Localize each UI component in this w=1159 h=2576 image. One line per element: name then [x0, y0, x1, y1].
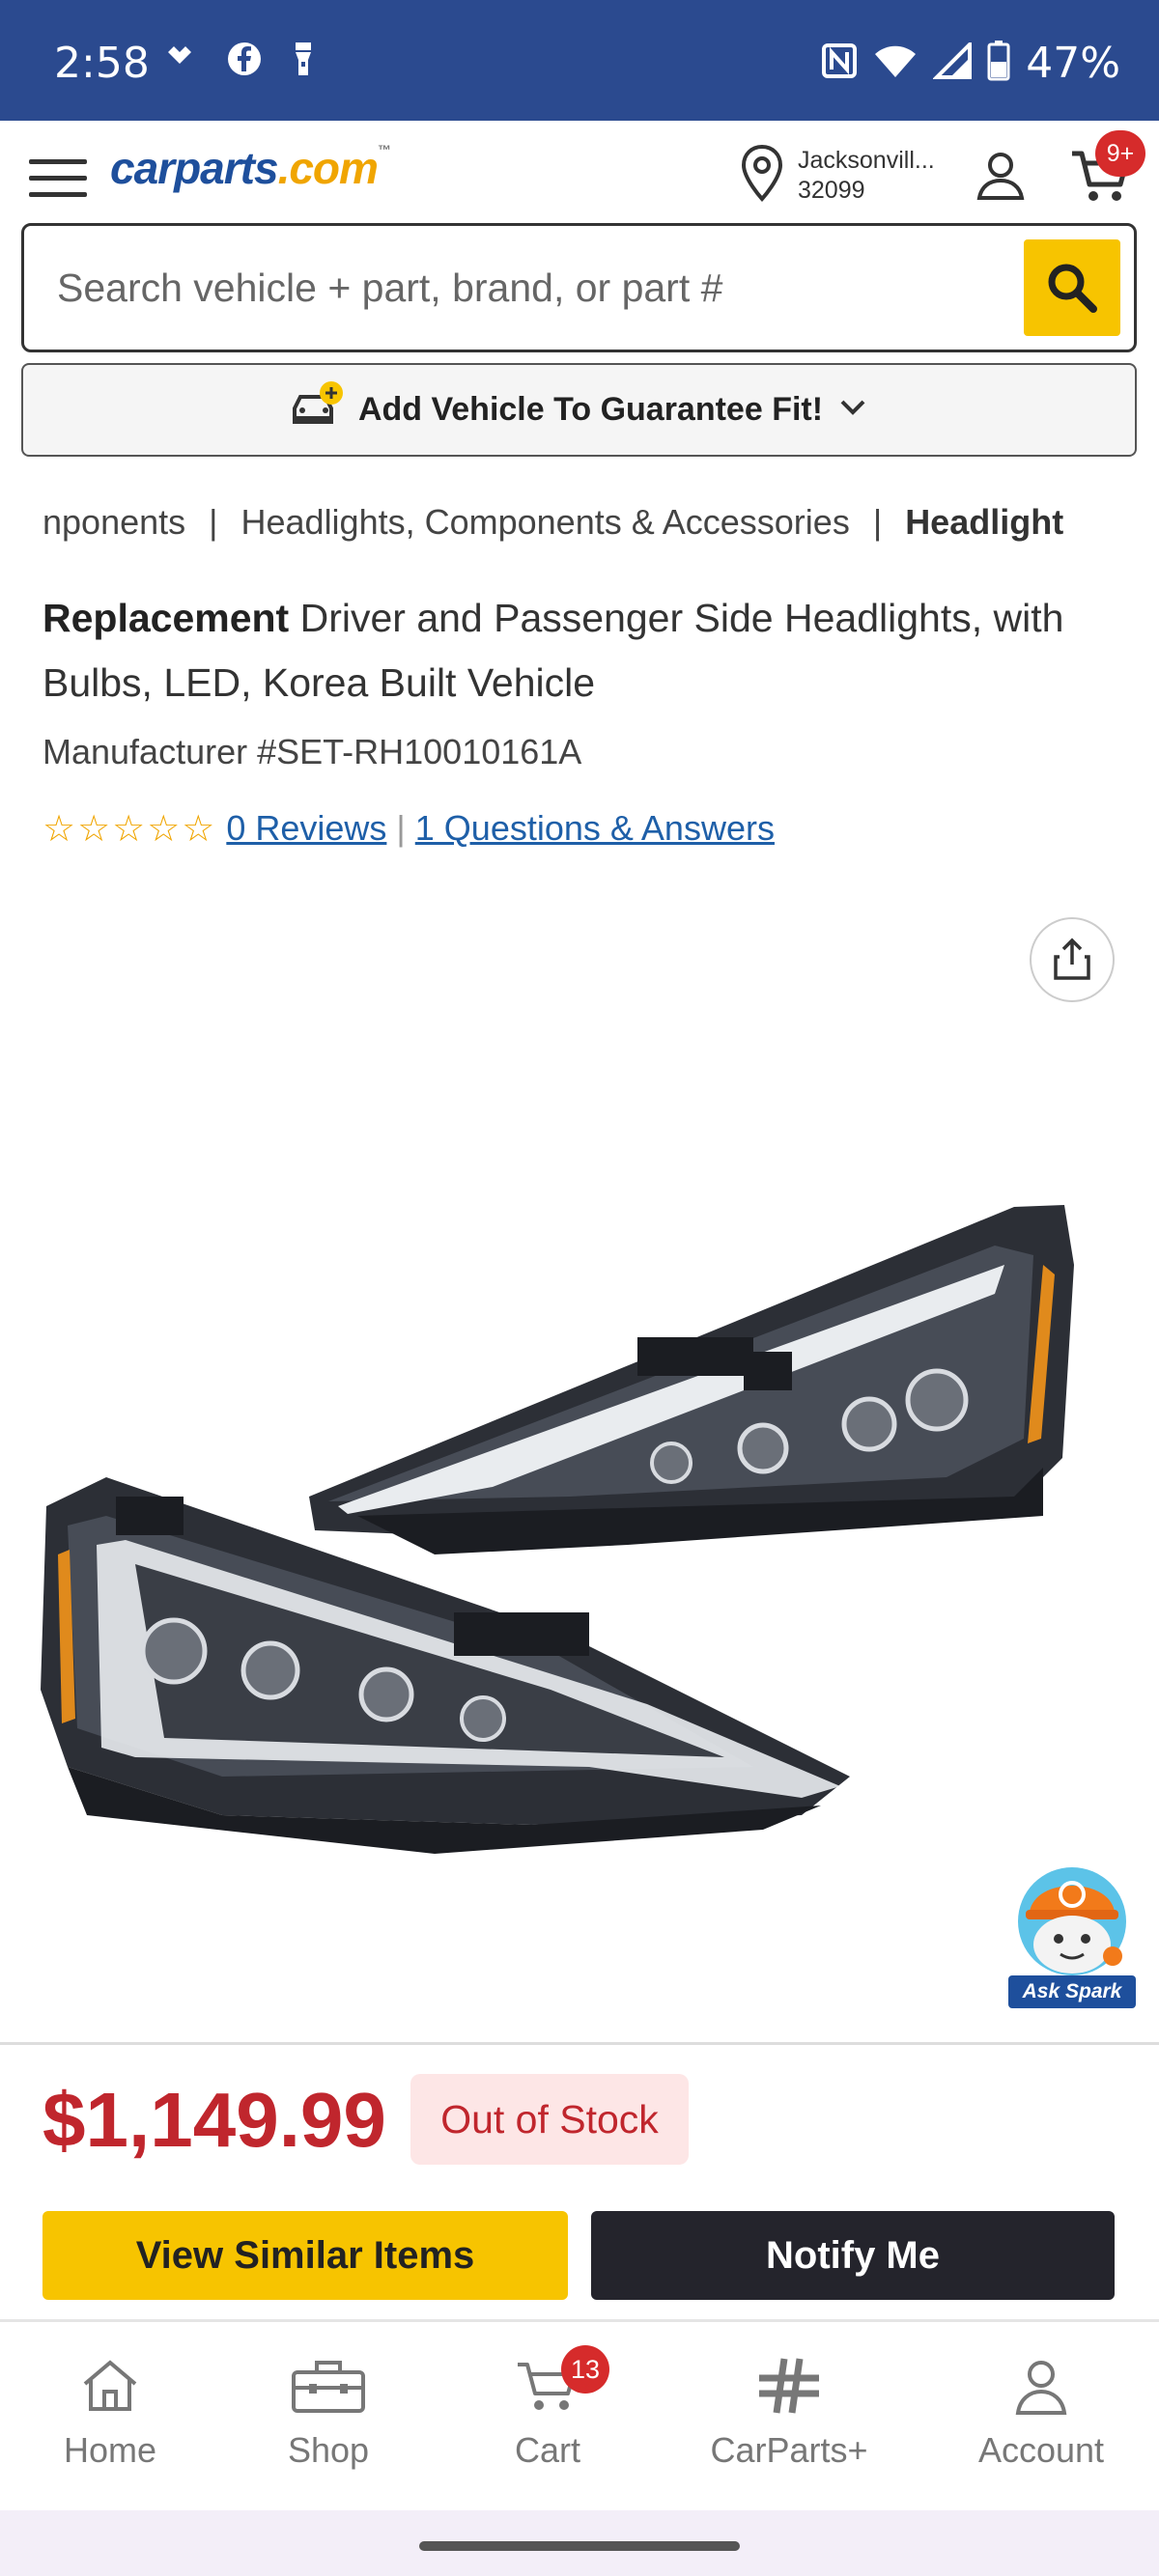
add-vehicle-label: Add Vehicle To Guarantee Fit!	[357, 391, 824, 428]
nav-carparts-plus-label: CarParts+	[710, 2430, 868, 2470]
location-pin-icon	[740, 144, 784, 207]
nav-home-label: Home	[63, 2430, 157, 2470]
battery-percent: 47%	[1026, 39, 1120, 88]
passenger-headlight-image	[309, 1205, 1074, 1554]
facebook-icon	[226, 41, 263, 82]
cart-nav-icon	[451, 2347, 644, 2424]
ratings-row: ☆☆☆☆☆ 0 Reviews | 1 Questions & Answers	[42, 807, 775, 850]
add-vehicle-icon	[289, 379, 345, 440]
account-nav-icon	[945, 2347, 1138, 2424]
nav-home[interactable]: Home	[14, 2347, 207, 2471]
location-city: Jacksonvill...	[798, 146, 935, 174]
reviews-link[interactable]: 0 Reviews	[226, 808, 386, 849]
share-icon	[1054, 938, 1090, 980]
location-zip: 32099	[798, 176, 865, 204]
status-icons-left	[162, 41, 315, 82]
nav-carparts-plus[interactable]: CarParts+	[693, 2347, 886, 2471]
gesture-area	[0, 2510, 1159, 2576]
nav-account[interactable]: Account	[945, 2347, 1138, 2471]
manufacturer-number: Manufacturer #SET-RH10010161A	[42, 732, 582, 771]
location-selector[interactable]: Jacksonvill... 32099	[740, 144, 935, 207]
nav-cart[interactable]: Cart 13	[451, 2345, 644, 2471]
product-title: Replacement Driver and Passenger Side He…	[42, 586, 1124, 715]
stock-status-badge: Out of Stock	[410, 2074, 689, 2165]
breadcrumb-separator: |	[209, 502, 218, 542]
search-box	[21, 223, 1137, 352]
breadcrumb-item-headlights[interactable]: Headlights, Components & Accessories	[241, 502, 850, 543]
notify-me-button[interactable]: Notify Me	[591, 2211, 1115, 2300]
carparts-plus-icon	[693, 2347, 886, 2424]
site-header: carparts.com™ Jacksonvill... 32099 9+	[0, 121, 1159, 223]
search-icon	[1048, 264, 1097, 313]
gesture-handle[interactable]	[419, 2541, 740, 2551]
price-divider	[0, 2042, 1159, 2045]
breadcrumb-item-current: Headlight	[905, 502, 1064, 542]
cart-nav-badge: 13	[561, 2345, 609, 2394]
nfc-icon	[821, 42, 858, 84]
breadcrumb-separator: |	[872, 502, 883, 542]
wifi-icon	[873, 42, 918, 84]
search-button[interactable]	[1024, 239, 1120, 336]
nav-cart-label: Cart	[514, 2430, 580, 2470]
chevron-down-icon	[836, 391, 869, 429]
battery-icon	[987, 41, 1010, 86]
status-icons-right: 47%	[821, 39, 1120, 88]
status-bar: 2:58 47%	[0, 0, 1159, 121]
toolbox-icon	[232, 2347, 425, 2424]
product-image[interactable]	[29, 1149, 1130, 1883]
menu-icon[interactable]	[29, 159, 87, 198]
bottom-nav: Home Shop Cart 13 CarParts+ Account	[0, 2319, 1159, 2510]
logo-suffix: .com	[277, 143, 379, 193]
logo-tm: ™	[377, 142, 391, 157]
spark-mascot-icon	[1018, 1867, 1126, 1975]
cart-count-badge: 9+	[1095, 130, 1145, 177]
status-time: 2:58	[54, 39, 150, 88]
share-button[interactable]	[1030, 917, 1115, 1002]
ask-spark-label: Ask Spark	[1008, 1975, 1136, 2008]
nav-shop[interactable]: Shop	[232, 2347, 425, 2471]
account-icon[interactable]	[975, 150, 1026, 205]
tidal-icon	[162, 41, 197, 82]
logo-main: carparts	[110, 143, 279, 193]
ratings-divider: |	[396, 808, 406, 848]
breadcrumb-item-components[interactable]: nponents	[42, 502, 185, 543]
star-rating: ☆☆☆☆☆	[42, 807, 217, 850]
product-price: $1,149.99	[42, 2077, 386, 2163]
ask-spark-button[interactable]: Ask Spark	[1008, 1863, 1136, 2008]
signal-icon	[932, 40, 973, 84]
questions-link[interactable]: 1 Questions & Answers	[415, 808, 775, 849]
view-similar-button[interactable]: View Similar Items	[42, 2211, 568, 2300]
nav-shop-label: Shop	[287, 2430, 370, 2470]
product-title-bold: Replacement	[42, 596, 290, 640]
breadcrumb: nponents | Headlights, Components & Acce…	[42, 502, 1124, 550]
add-vehicle-button[interactable]: Add Vehicle To Guarantee Fit!	[21, 363, 1137, 457]
site-logo[interactable]: carparts.com™	[110, 142, 391, 194]
flashlight-icon	[292, 41, 315, 82]
home-icon	[14, 2347, 207, 2424]
search-input[interactable]	[57, 226, 1023, 350]
nav-account-label: Account	[977, 2430, 1105, 2470]
